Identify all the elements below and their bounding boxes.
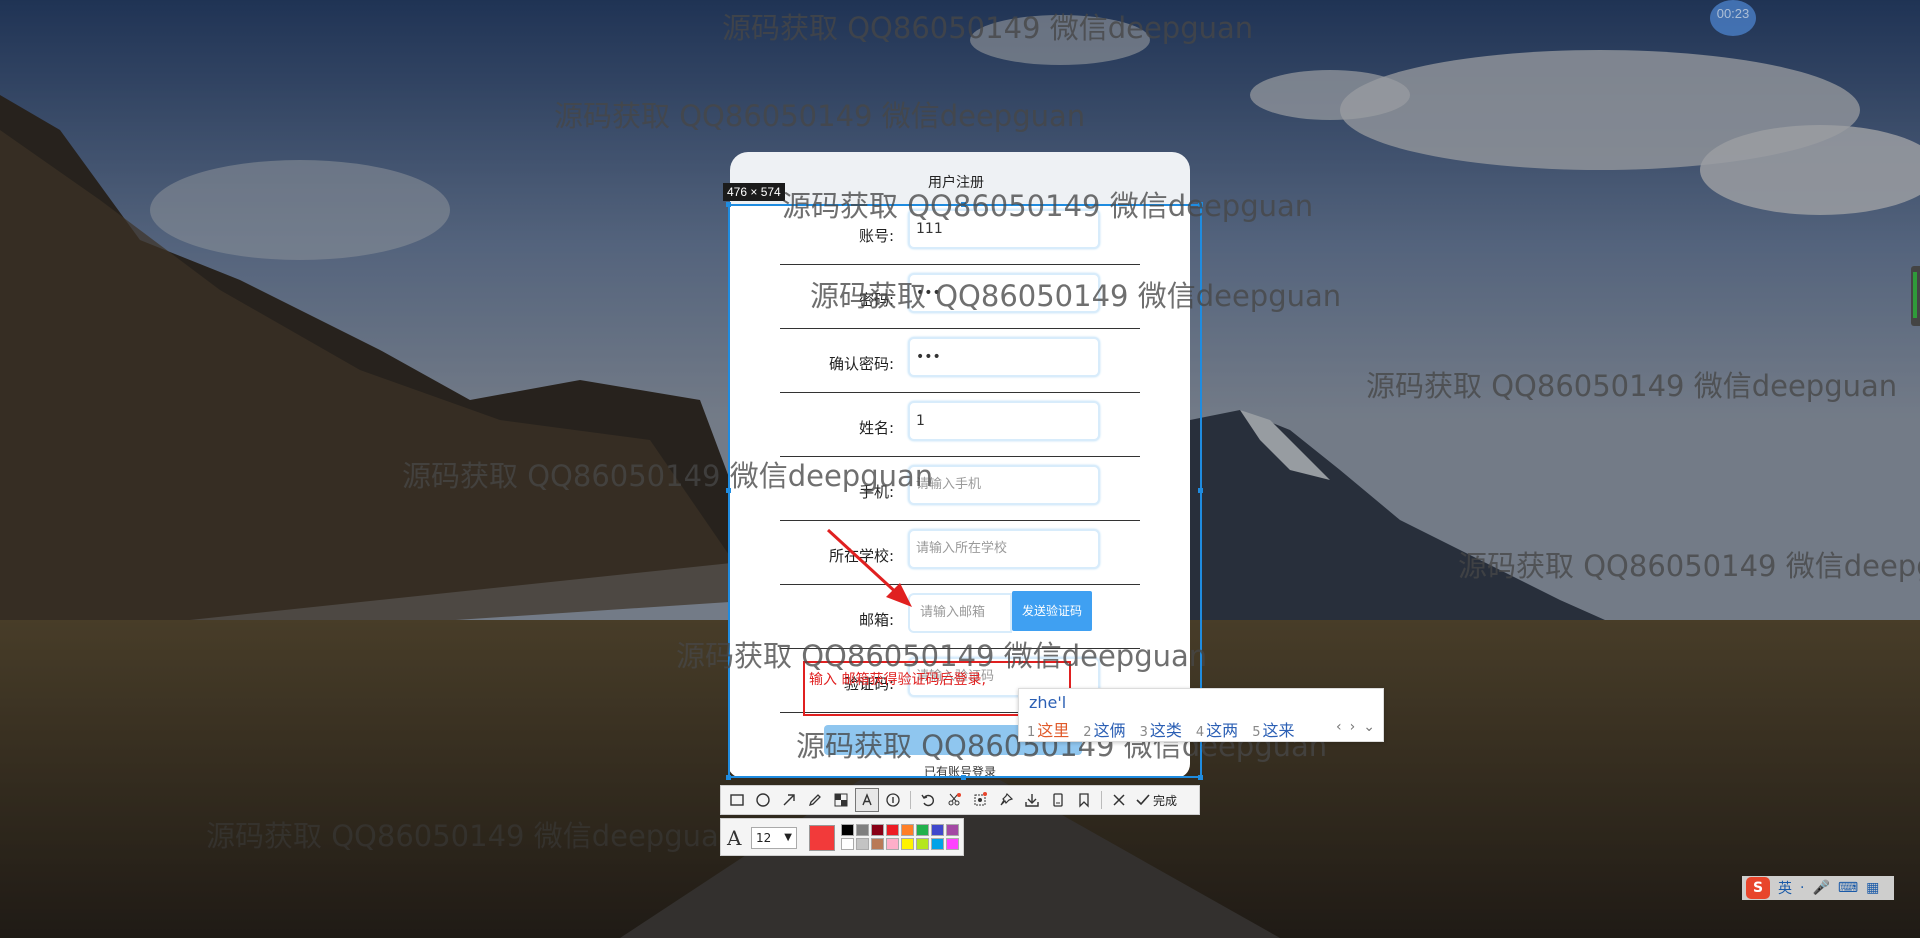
name-input[interactable]: 1 <box>908 401 1100 441</box>
punctuation-icon[interactable]: · <box>1800 880 1804 896</box>
color-swatch[interactable] <box>916 838 929 850</box>
ime-next-icon[interactable]: › <box>1350 719 1356 735</box>
mosaic-icon[interactable] <box>829 788 853 812</box>
watermark-text: 源码获取 QQ86050149 微信deepguan <box>676 639 1208 673</box>
color-swatch[interactable] <box>886 824 899 836</box>
name-label: 姓名: <box>858 419 894 437</box>
confirm-password-input[interactable]: ••• <box>908 337 1100 377</box>
ime-candidate[interactable]: 3 这类 <box>1140 717 1182 741</box>
resize-handle[interactable] <box>961 775 966 780</box>
screenshot-toolbar: 完成 <box>720 785 1200 815</box>
text-icon[interactable] <box>855 788 879 812</box>
color-swatch[interactable] <box>856 838 869 850</box>
ellipse-icon[interactable] <box>751 788 775 812</box>
ime-candidate[interactable]: 4 这两 <box>1196 717 1238 741</box>
recording-timer: 00:23 <box>1710 0 1756 36</box>
toolbar-divider <box>1101 791 1102 809</box>
pen-icon[interactable] <box>803 788 827 812</box>
color-swatch[interactable] <box>871 824 884 836</box>
color-swatch[interactable] <box>931 838 944 850</box>
check-icon <box>1136 794 1150 806</box>
resize-handle[interactable] <box>726 202 731 207</box>
color-swatch[interactable] <box>946 838 959 850</box>
account-label: 账号: <box>858 227 894 245</box>
toolbox-icon[interactable]: ▦ <box>1866 880 1879 896</box>
school-input[interactable]: 请输入所在学校 <box>908 529 1100 569</box>
ime-candidate[interactable]: 1 这里 <box>1027 717 1069 741</box>
color-swatch[interactable] <box>901 838 914 850</box>
scroll-capture-icon[interactable] <box>968 788 992 812</box>
phone-input[interactable]: 请输入手机 <box>908 465 1100 505</box>
watermark-text: 源码获取 QQ86050149 微信deepguan <box>206 819 738 853</box>
email-label: 邮箱: <box>858 611 894 629</box>
watermark-text: 源码获取 QQ86050149 微信deepguan <box>782 189 1314 223</box>
text-options-bar: A 12 ▼ <box>720 818 964 856</box>
keyboard-icon[interactable]: ⌨ <box>1838 880 1858 896</box>
microphone-icon[interactable]: 🎤 <box>1812 880 1829 896</box>
resize-handle[interactable] <box>726 775 731 780</box>
ime-candidate-window: zhe'l 1 这里 2 这俩 3 这类 4 这两 5 这来 ‹ › ⌄ <box>1018 688 1384 742</box>
send-code-button[interactable]: 发送验证码 <box>1012 591 1092 631</box>
arrow-icon[interactable] <box>777 788 801 812</box>
download-icon[interactable] <box>1020 788 1044 812</box>
save-icon[interactable] <box>1046 788 1070 812</box>
ime-composition: zhe'l <box>1029 693 1067 712</box>
color-swatch[interactable] <box>841 824 854 836</box>
form-row-school: 所在学校: 请输入所在学校 <box>780 521 1140 585</box>
resize-handle[interactable] <box>1198 775 1203 780</box>
pin-icon[interactable] <box>994 788 1018 812</box>
toolbar-divider <box>910 791 911 809</box>
ime-candidate[interactable]: 2 这俩 <box>1083 717 1125 741</box>
watermark-text: 源码获取 QQ86050149 微信deepguan <box>554 99 1086 133</box>
color-swatch[interactable] <box>931 824 944 836</box>
font-icon[interactable]: A <box>727 826 741 850</box>
rectangle-icon[interactable] <box>725 788 749 812</box>
color-palette <box>841 824 960 851</box>
watermark-text: 源码获取 QQ86050149 微信deepguan <box>402 459 934 493</box>
current-color-swatch[interactable] <box>809 825 835 851</box>
done-label: 完成 <box>1153 793 1178 808</box>
form-row-confirm-password: 确认密码: ••• <box>780 329 1140 393</box>
watermark-text: 源码获取 QQ86050149 微信deepguan <box>1458 549 1920 583</box>
undo-icon[interactable] <box>916 788 940 812</box>
screenshot-icon[interactable] <box>942 788 966 812</box>
color-swatch[interactable] <box>886 838 899 850</box>
school-label: 所在学校: <box>828 547 894 565</box>
login-link[interactable]: 已有账号登录 <box>924 763 996 780</box>
side-scroll-handle[interactable] <box>1911 266 1920 326</box>
font-size-select[interactable]: 12 ▼ <box>751 827 797 849</box>
watermark-text: 源码获取 QQ86050149 微信deepguan <box>1366 369 1898 403</box>
color-swatch[interactable] <box>946 824 959 836</box>
color-swatch[interactable] <box>916 824 929 836</box>
selection-size-label: 476 × 574 <box>723 183 785 201</box>
chevron-down-icon: ▼ <box>784 832 792 843</box>
color-swatch[interactable] <box>841 838 854 850</box>
form-row-name: 姓名: 1 <box>780 393 1140 457</box>
number-icon[interactable] <box>881 788 905 812</box>
sogou-logo-icon[interactable]: S <box>1746 877 1770 899</box>
watermark-text: 源码获取 QQ86050149 微信deepguan <box>810 279 1342 313</box>
close-icon[interactable] <box>1107 788 1131 812</box>
font-size-value: 12 <box>756 831 772 845</box>
color-swatch[interactable] <box>901 824 914 836</box>
watermark-text: 源码获取 QQ86050149 微信deepguan <box>722 11 1254 45</box>
resize-handle[interactable] <box>1198 488 1203 493</box>
ime-prev-icon[interactable]: ‹ <box>1336 719 1342 735</box>
ime-candidate[interactable]: 5 这来 <box>1252 717 1294 741</box>
language-toggle[interactable]: 英 <box>1778 878 1792 898</box>
done-button[interactable]: 完成 <box>1135 792 1177 809</box>
color-swatch[interactable] <box>871 838 884 850</box>
ime-status-bar: S 英 · 🎤 ⌨ ▦ <box>1742 876 1894 900</box>
bookmark-icon[interactable] <box>1072 788 1096 812</box>
ime-expand-icon[interactable]: ⌄ <box>1363 719 1375 735</box>
email-input[interactable]: 请输入邮箱 <box>908 593 1012 633</box>
confirm-password-label: 确认密码: <box>828 355 894 373</box>
color-swatch[interactable] <box>856 824 869 836</box>
